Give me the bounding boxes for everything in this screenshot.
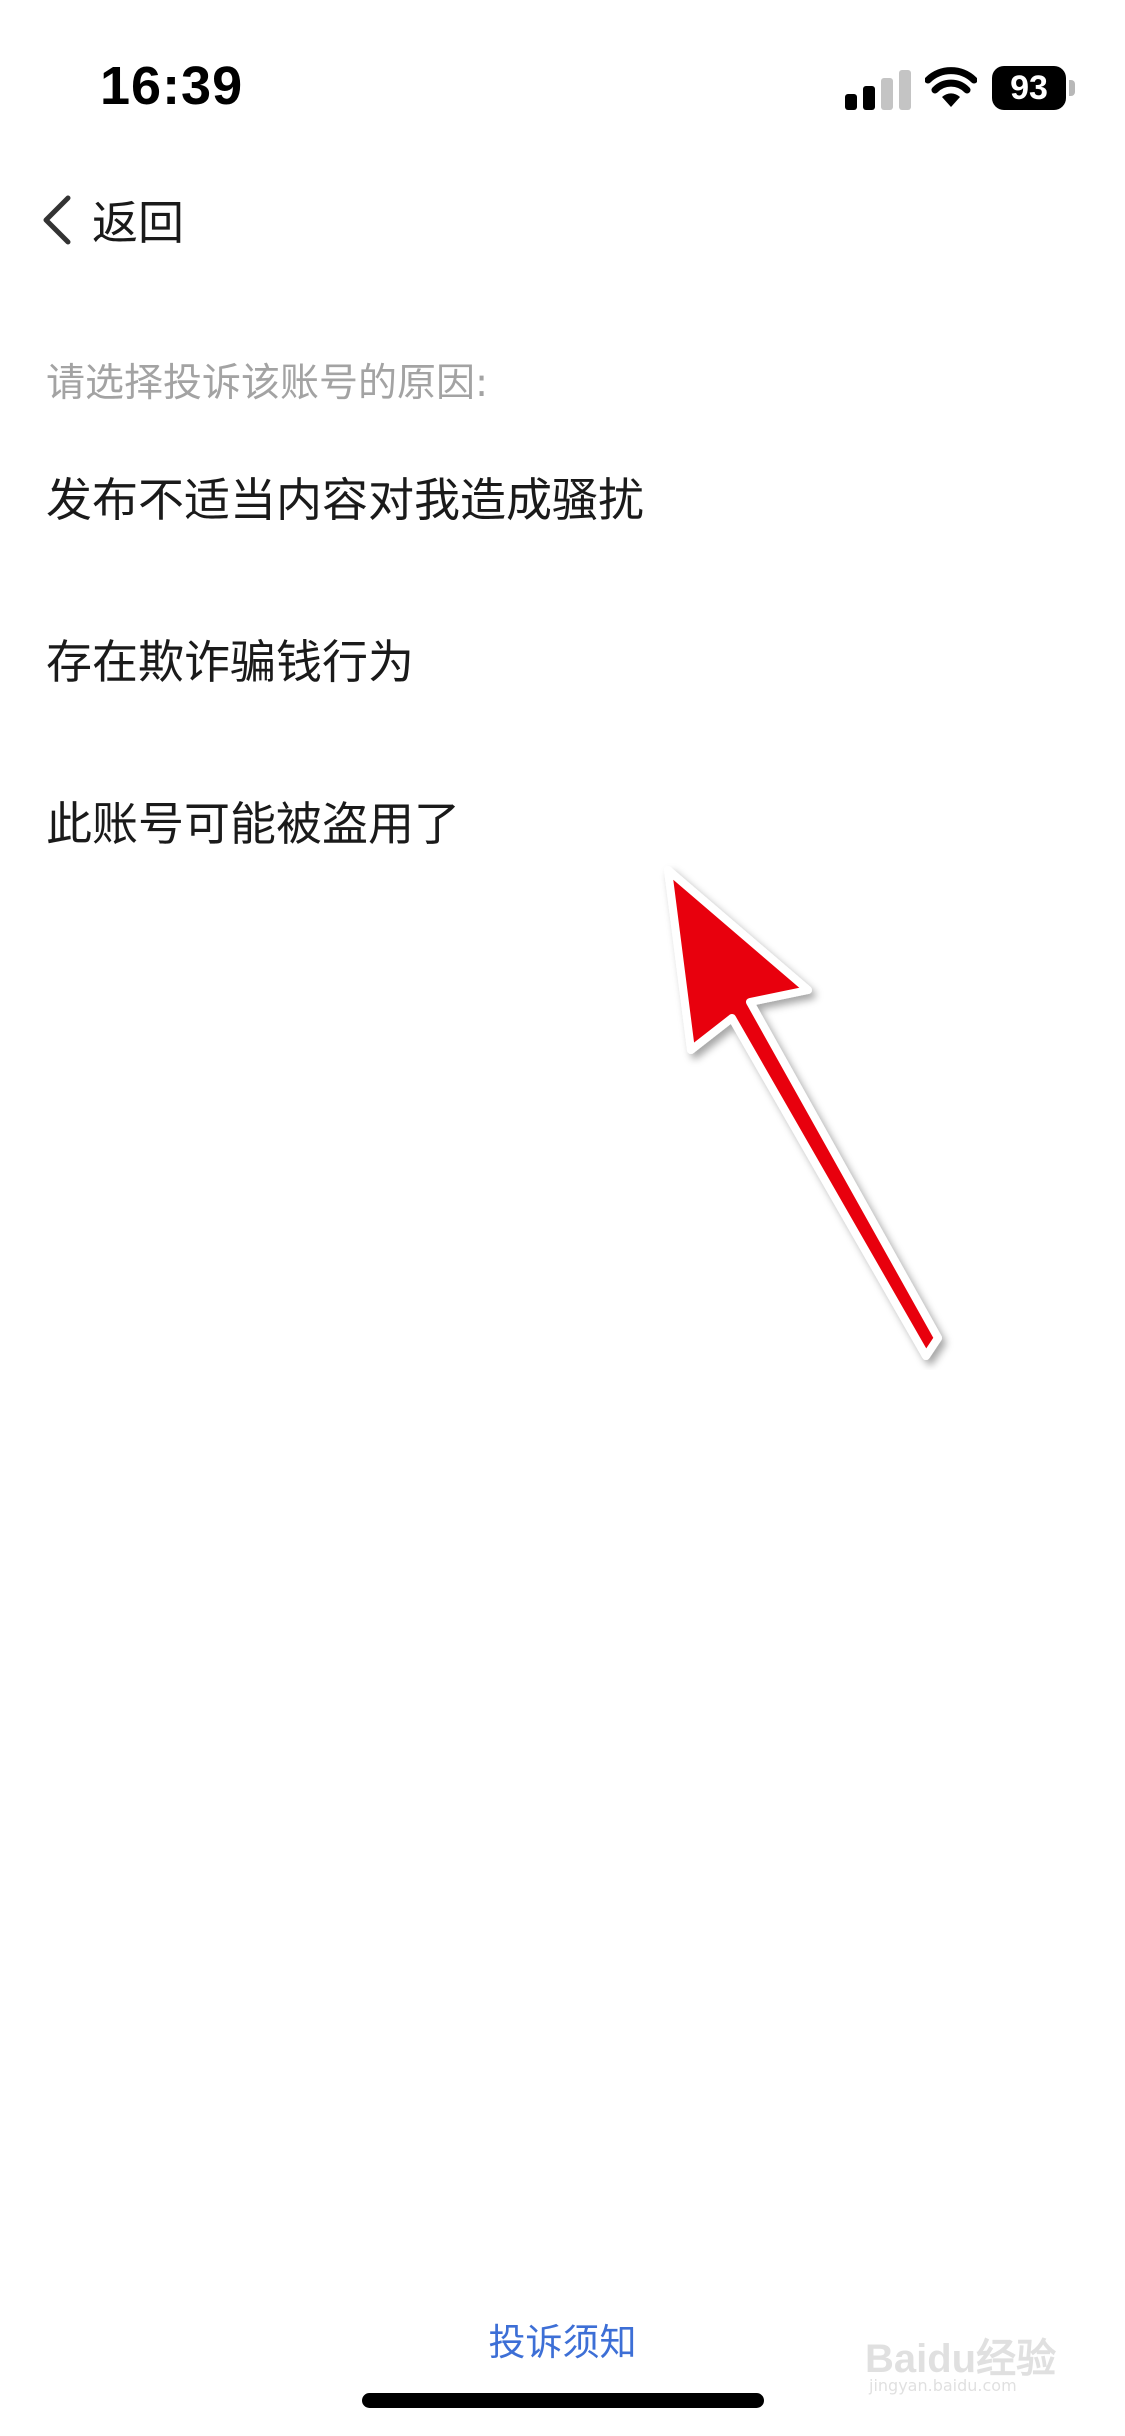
chevron-left-icon: [43, 195, 71, 245]
battery-level: 93: [1010, 69, 1048, 107]
watermark-sub: jingyan.baidu.com: [869, 2376, 1017, 2395]
baidu-watermark: Baidu经验 jingyan.baidu.com: [865, 2318, 1085, 2398]
back-button[interactable]: 返回: [38, 185, 184, 255]
battery-tip: [1069, 80, 1075, 96]
complaint-reason-screen: 16:39 93 返回 请选择投诉该账号的原因: 发布不适当内容对我造成骚扰 存…: [0, 0, 1125, 2436]
reason-option-fraud[interactable]: 存在欺诈骗钱行为: [46, 622, 1076, 702]
reason-option-harassment[interactable]: 发布不适当内容对我造成骚扰: [46, 460, 1076, 540]
status-time: 16:39: [100, 56, 244, 116]
reason-prompt: 请选择投诉该账号的原因:: [46, 361, 489, 406]
back-label: 返回: [92, 196, 184, 250]
home-indicator[interactable]: [362, 2393, 764, 2408]
battery-icon: 93: [992, 66, 1076, 110]
signal-icon: [845, 70, 911, 110]
wifi-icon: [925, 67, 977, 107]
arrow-pointer-icon: [664, 866, 942, 1360]
